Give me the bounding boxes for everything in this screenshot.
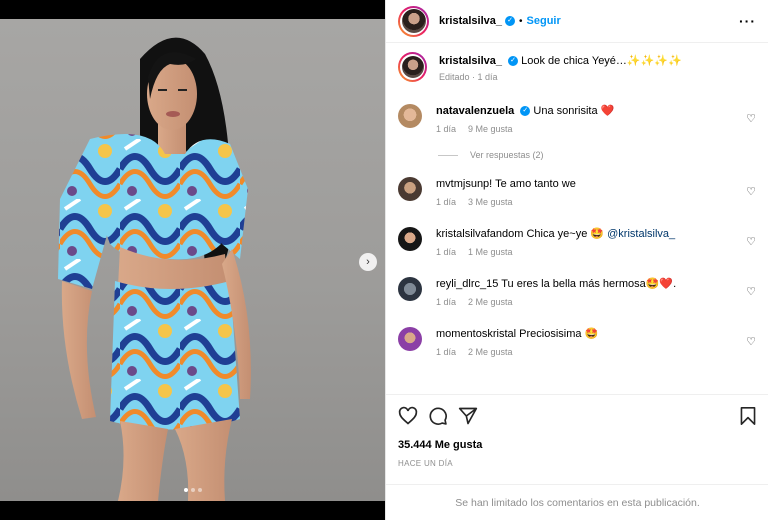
verified-badge-icon: ✓ bbox=[505, 16, 515, 26]
comment-text: Una sonrisita ❤️ bbox=[533, 105, 615, 117]
avatar[interactable] bbox=[398, 277, 422, 301]
comment-icon[interactable] bbox=[428, 406, 448, 426]
caption-text: Look de chica Yeyé…✨✨✨✨ bbox=[521, 55, 682, 67]
post-date: HACE UN DÍA bbox=[398, 459, 453, 468]
comment-item: kristalsilvafandom Chica ye~ye 🤩 @krista… bbox=[398, 227, 756, 257]
comment-time: 1 día bbox=[436, 347, 457, 357]
comment-mention[interactable]: @kristalsilva_ bbox=[607, 228, 675, 240]
post-header: kristalsilva_ ✓ • Seguir ··· bbox=[386, 0, 768, 43]
comments-limited-text: Se han limitado los comentarios en esta … bbox=[455, 496, 700, 509]
comments-limited-notice: Se han limitado los comentarios en esta … bbox=[386, 484, 768, 520]
comment-item: momentoskristal Preciosisima 🤩 1 día 2 M… bbox=[398, 327, 756, 357]
carousel-dot bbox=[197, 488, 202, 492]
heart-icon[interactable] bbox=[398, 406, 418, 426]
heart-icon[interactable]: ♡ bbox=[746, 285, 756, 298]
avatar[interactable] bbox=[398, 327, 422, 351]
comment-item: natavalenzuela ✓ Una sonrisita ❤️ 1 día … bbox=[398, 104, 756, 134]
comment-likes[interactable]: 2 Me gusta bbox=[468, 297, 513, 307]
comment-username[interactable]: natavalenzuela bbox=[436, 105, 514, 117]
post-side-panel: kristalsilva_ ✓ • Seguir ··· kristalsilv… bbox=[385, 0, 768, 520]
comment-username[interactable]: kristalsilvafandom bbox=[436, 228, 523, 240]
comment-likes[interactable]: 3 Me gusta bbox=[468, 197, 513, 207]
heart-icon[interactable]: ♡ bbox=[746, 185, 756, 198]
comment-likes[interactable]: 2 Me gusta bbox=[468, 347, 513, 357]
more-options-icon[interactable]: ··· bbox=[739, 13, 756, 29]
caption-avatar-ring[interactable] bbox=[398, 52, 427, 82]
caption-username[interactable]: kristalsilva_ bbox=[439, 55, 502, 67]
verified-badge-icon: ✓ bbox=[520, 106, 531, 117]
chevron-right-icon: › bbox=[366, 256, 370, 268]
author-username[interactable]: kristalsilva_ bbox=[439, 15, 502, 27]
post-actions: 35.444 Me gusta HACE UN DÍA bbox=[386, 394, 768, 468]
carousel-dot bbox=[183, 488, 188, 492]
likes-count[interactable]: 35.444 Me gusta bbox=[398, 439, 757, 451]
heart-icon[interactable]: ♡ bbox=[746, 235, 756, 248]
heart-icon[interactable]: ♡ bbox=[746, 112, 756, 125]
avatar bbox=[401, 9, 426, 33]
comment-text: Chica ye~ye 🤩 bbox=[526, 228, 605, 240]
comment-time: 1 día bbox=[436, 124, 457, 134]
comment-likes[interactable]: 1 Me gusta bbox=[468, 247, 513, 257]
instagram-post-modal: › kristalsilva_ ✓ • Seguir ··· kristalsi… bbox=[0, 0, 768, 520]
next-image-button[interactable]: › bbox=[359, 253, 377, 271]
view-replies-label[interactable]: Ver respuestas (2) bbox=[470, 150, 544, 160]
model-photo-illustration bbox=[58, 37, 251, 501]
comment-username[interactable]: mvtmjsunp! bbox=[436, 178, 492, 190]
comment-username[interactable]: momentoskristal bbox=[436, 328, 516, 340]
comment-item: mvtmjsunp! Te amo tanto we 1 día 3 Me gu… bbox=[398, 177, 756, 207]
avatar[interactable] bbox=[398, 104, 422, 128]
share-icon[interactable] bbox=[458, 406, 478, 426]
comment-time: 1 día bbox=[436, 297, 457, 307]
separator-dot: • bbox=[519, 15, 523, 27]
view-replies-button[interactable]: Ver respuestas (2) bbox=[438, 150, 756, 160]
comment-item: reyli_dlrc_15 Tu eres la bella más hermo… bbox=[398, 277, 756, 307]
replies-divider bbox=[438, 154, 458, 156]
avatar[interactable] bbox=[398, 227, 422, 251]
post-media: › bbox=[0, 0, 385, 520]
avatar[interactable] bbox=[398, 177, 422, 201]
comment-text: Tu eres la bella más hermosa🤩❤️. bbox=[501, 278, 677, 290]
comment-likes[interactable]: 9 Me gusta bbox=[468, 124, 513, 134]
follow-button[interactable]: Seguir bbox=[527, 15, 561, 27]
comment-username[interactable]: reyli_dlrc_15 bbox=[436, 278, 498, 290]
bookmark-icon[interactable] bbox=[739, 406, 757, 426]
post-photo bbox=[0, 19, 385, 501]
comment-text: Te amo tanto we bbox=[495, 178, 576, 190]
carousel-dot bbox=[190, 488, 195, 492]
avatar bbox=[401, 55, 424, 78]
heart-icon[interactable]: ♡ bbox=[746, 335, 756, 348]
carousel-indicator bbox=[0, 488, 385, 492]
verified-badge-icon: ✓ bbox=[508, 56, 519, 67]
comment-time: 1 día bbox=[436, 197, 457, 207]
caption: kristalsilva_ ✓ Look de chica Yeyé…✨✨✨✨ … bbox=[398, 52, 756, 82]
comments-list: kristalsilva_ ✓ Look de chica Yeyé…✨✨✨✨ … bbox=[386, 43, 768, 357]
caption-meta: Editado · 1 día bbox=[439, 72, 498, 82]
author-avatar-ring[interactable] bbox=[398, 5, 429, 37]
comment-text: Preciosisima 🤩 bbox=[519, 328, 599, 340]
comment-time: 1 día bbox=[436, 247, 457, 257]
